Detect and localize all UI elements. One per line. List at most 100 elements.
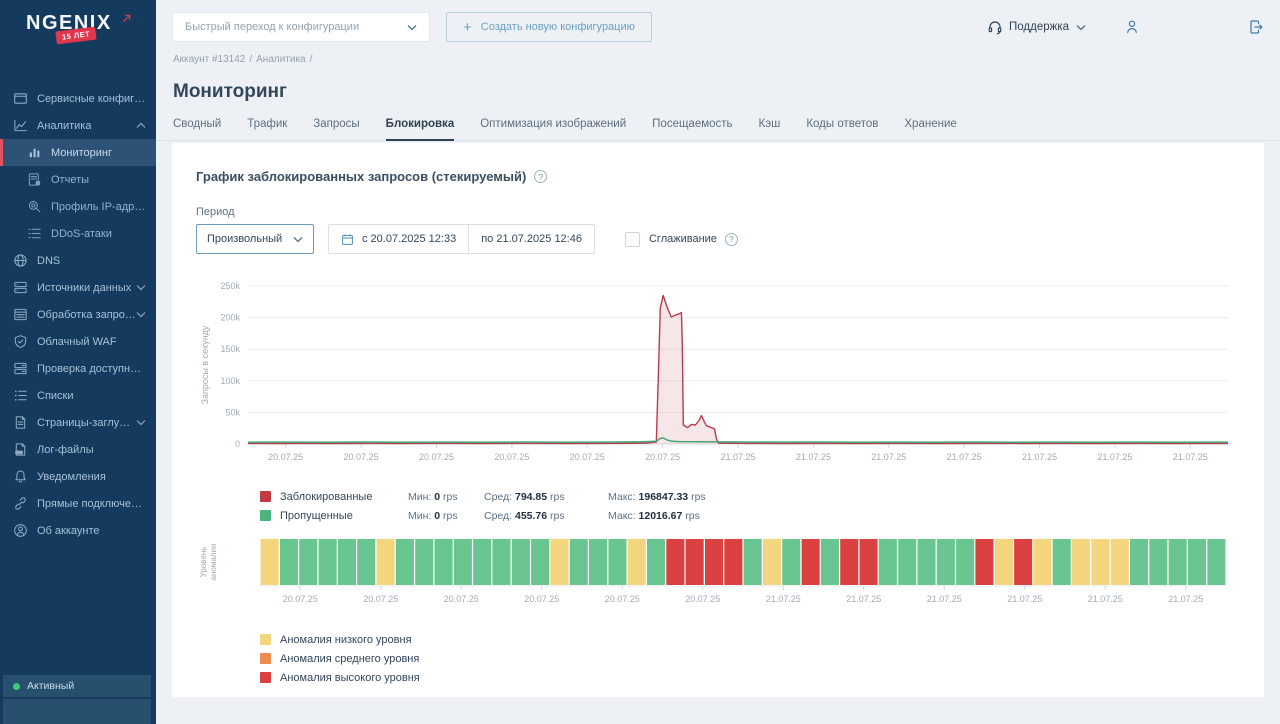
tab-посещаемость[interactable]: Посещаемость	[652, 118, 732, 140]
svg-text:20.07.25: 20.07.25	[605, 594, 640, 604]
blocked-requests-chart-wrap: 050k100k150k200k250k20.07.2520.07.2520.0…	[196, 276, 1240, 477]
user-icon[interactable]	[1124, 19, 1140, 35]
anomaly-bar	[1130, 539, 1148, 585]
sidebar-item-notifications[interactable]: Уведомления	[0, 463, 156, 490]
anomaly-bar	[937, 539, 955, 585]
create-config-label: Создать новую конфигурацию	[481, 21, 635, 33]
date-from-input[interactable]: с 20.07.2025 12:33	[329, 225, 468, 253]
tab-трафик[interactable]: Трафик	[247, 118, 287, 140]
anomaly-bar	[628, 539, 646, 585]
page-title: Мониторинг	[156, 65, 1280, 103]
series-legend: ЗаблокированныеМин: 0 rpsСред: 794.85 rp…	[260, 487, 1240, 525]
link-icon	[13, 496, 28, 511]
svg-text:21.07.25: 21.07.25	[1168, 594, 1203, 604]
anomaly-bar	[860, 539, 878, 585]
calendar-icon	[341, 233, 354, 246]
tab-кэш[interactable]: Кэш	[759, 118, 781, 140]
svg-text:100k: 100k	[220, 376, 240, 386]
anomaly-bar	[898, 539, 916, 585]
svg-text:250k: 250k	[220, 281, 240, 291]
tab-оптимизация-изображений[interactable]: Оптимизация изображений	[480, 118, 626, 140]
svg-text:21.07.25: 21.07.25	[796, 452, 831, 462]
tab-хранение[interactable]: Хранение	[904, 118, 956, 140]
legend-swatch-icon	[260, 510, 271, 521]
anomaly-bar	[589, 539, 607, 585]
svg-text:21.07.25: 21.07.25	[1022, 452, 1057, 462]
anomaly-bar	[357, 539, 375, 585]
account-status[interactable]: Активный	[3, 675, 151, 697]
help-icon[interactable]: ?	[725, 233, 738, 246]
legend-row-blocked: ЗаблокированныеМин: 0 rpsСред: 794.85 rp…	[260, 487, 1240, 506]
svg-text:20.07.25: 20.07.25	[363, 594, 398, 604]
create-config-button[interactable]: + Создать новую конфигурацию	[446, 12, 652, 42]
sidebar-item-dns[interactable]: DNS	[0, 247, 156, 274]
svg-text:21.07.25: 21.07.25	[766, 594, 801, 604]
sidebar-item-stub-pages[interactable]: Страницы-заглушки	[0, 409, 156, 436]
support-menu[interactable]: Поддержка	[987, 19, 1086, 35]
sidebar-item-reports[interactable]: Отчеты	[0, 166, 156, 193]
sidebar-item-about-account[interactable]: Об аккаунте	[0, 517, 156, 544]
breadcrumb-link[interactable]: Аккаунт #13142	[173, 54, 245, 65]
breadcrumb-separator: /	[310, 54, 313, 65]
anomaly-bar	[338, 539, 356, 585]
chevron-down-icon	[293, 236, 303, 243]
anomaly-bar	[724, 539, 742, 585]
anomaly-bar	[1091, 539, 1109, 585]
date-to-value: по 21.07.2025 12:46	[481, 233, 582, 245]
sidebar-item-monitoring[interactable]: Мониторинг	[0, 139, 156, 166]
anomaly-bar	[319, 539, 337, 585]
anomaly-bar	[261, 539, 279, 585]
tab-блокировка[interactable]: Блокировка	[386, 118, 455, 141]
legend-swatch-icon	[260, 634, 271, 645]
sidebar-item-ip-profile[interactable]: Профиль IP-адреса	[0, 193, 156, 220]
sidebar-item-ddos-attacks[interactable]: DDoS-атаки	[0, 220, 156, 247]
svg-text:Уровень: Уровень	[199, 547, 208, 578]
anomaly-bar	[744, 539, 762, 585]
help-icon[interactable]: ?	[534, 170, 547, 183]
sidebar-item-analytics[interactable]: Аналитика	[0, 112, 156, 139]
svg-text:Запросы в секунду: Запросы в секунду	[200, 325, 210, 404]
anomaly-bar	[1053, 539, 1071, 585]
status-extra-box	[3, 699, 151, 724]
quick-jump-select[interactable]: Быстрый переход к конфигурации	[172, 12, 430, 42]
svg-text:20.07.25: 20.07.25	[494, 452, 529, 462]
svg-text:20.07.25: 20.07.25	[444, 594, 479, 604]
sidebar-item-request-processing[interactable]: Обработка запросов	[0, 301, 156, 328]
logout-icon[interactable]	[1248, 19, 1264, 35]
headset-icon	[987, 19, 1003, 35]
svg-text:21.07.25: 21.07.25	[1173, 452, 1208, 462]
sidebar-item-lists[interactable]: Списки	[0, 382, 156, 409]
anomaly-bar	[647, 539, 665, 585]
support-label: Поддержка	[1009, 21, 1069, 33]
ddos-icon	[27, 226, 42, 241]
anomaly-bar	[1207, 539, 1225, 585]
svg-text:20.07.25: 20.07.25	[685, 594, 720, 604]
report-icon	[27, 172, 42, 187]
sidebar-item-data-sources[interactable]: Источники данных	[0, 274, 156, 301]
date-to-input[interactable]: по 21.07.2025 12:46	[468, 225, 594, 253]
breadcrumb: Аккаунт #13142 / Аналитика /	[156, 48, 1280, 65]
smoothing-checkbox[interactable]	[625, 232, 640, 247]
period-label: Период	[196, 206, 1240, 218]
sidebar-item-cloud-waf[interactable]: Облачный WAF	[0, 328, 156, 355]
sidebar-item-direct-connections[interactable]: Прямые подключения	[0, 490, 156, 517]
sidebar: NGENIX 15 ЛЕТ Сервисные конфигурацииАнал…	[0, 0, 156, 724]
chevron-down-icon	[136, 419, 146, 426]
sidebar-item-availability-check[interactable]: Проверка доступности	[0, 355, 156, 382]
tab-коды-ответов[interactable]: Коды ответов	[806, 118, 878, 140]
tab-сводный[interactable]: Сводный	[173, 118, 221, 140]
anomaly-bar	[918, 539, 936, 585]
legend-swatch-icon	[260, 672, 271, 683]
anomaly-bar	[396, 539, 414, 585]
breadcrumb-link[interactable]: Аналитика	[256, 54, 306, 65]
sidebar-item-service-configs[interactable]: Сервисные конфигурации	[0, 85, 156, 112]
anomaly-bar	[550, 539, 568, 585]
breadcrumb-separator: /	[249, 54, 252, 65]
quick-jump-placeholder: Быстрый переход к конфигурации	[185, 21, 359, 33]
period-select[interactable]: Произвольный	[196, 224, 314, 254]
log-icon	[13, 442, 28, 457]
tab-запросы[interactable]: Запросы	[313, 118, 359, 140]
ngenix-logo[interactable]: NGENIX 15 ЛЕТ	[0, 0, 156, 35]
svg-text:0: 0	[235, 439, 240, 449]
sidebar-item-log-files[interactable]: Лог-файлы	[0, 436, 156, 463]
